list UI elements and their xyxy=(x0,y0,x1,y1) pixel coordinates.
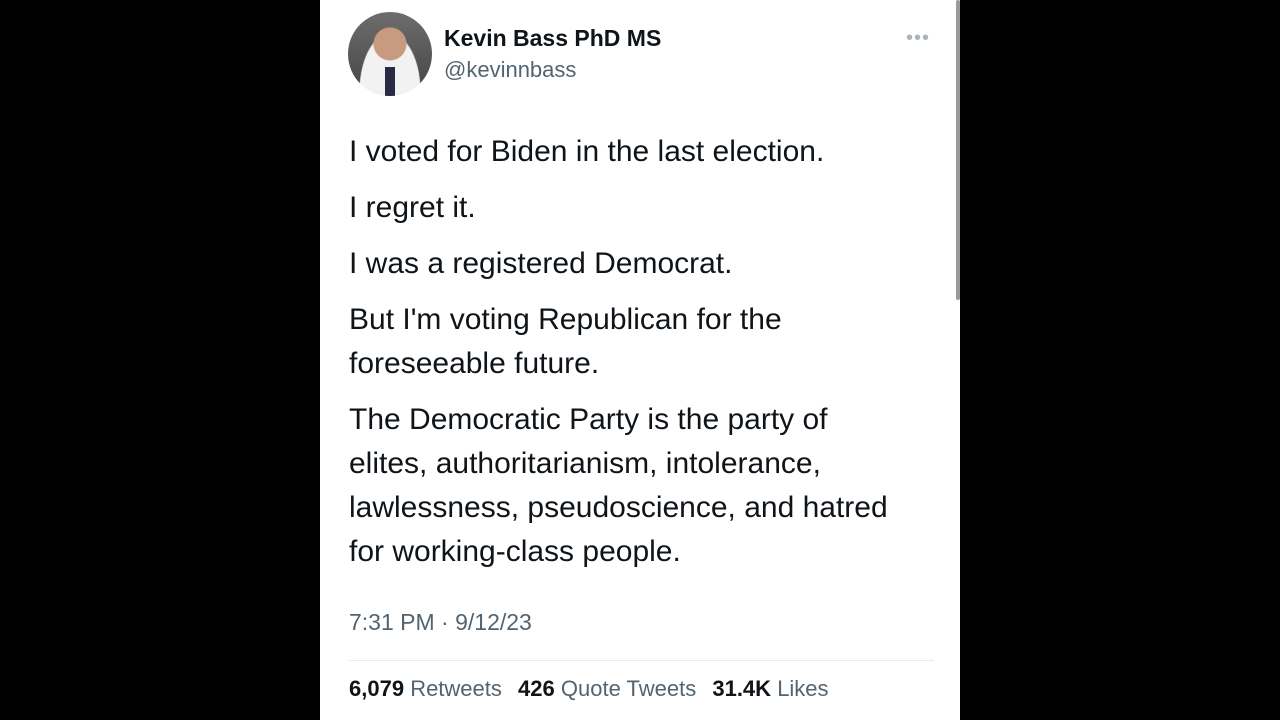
likes-label: Likes xyxy=(777,676,829,701)
avatar-tie xyxy=(385,67,395,96)
likes-count: 31.4K xyxy=(712,676,772,701)
tweet-timestamp[interactable]: 7:31 PM · 9/12/23 xyxy=(349,609,532,636)
tweet-paragraph: I was a registered Democrat. xyxy=(349,247,733,280)
quotes-count: 426 xyxy=(518,676,555,701)
author-names: Kevin Bass PhD MS @kevinnbass xyxy=(444,23,661,85)
tweet-text: I voted for Biden in the last election. … xyxy=(349,130,909,586)
retweets-stat[interactable]: 6,079 Retweets xyxy=(349,676,502,701)
quotes-label: Quote Tweets xyxy=(560,676,697,701)
author-handle[interactable]: @kevinnbass xyxy=(444,55,661,85)
retweets-label: Retweets xyxy=(410,676,502,701)
author-display-name[interactable]: Kevin Bass PhD MS xyxy=(444,23,661,53)
tweet-paragraph: The Democratic Party is the party of eli… xyxy=(349,403,888,568)
quote-tweets-stat[interactable]: 426 Quote Tweets xyxy=(518,676,696,701)
retweets-count: 6,079 xyxy=(349,676,405,701)
tweet-header: Kevin Bass PhD MS @kevinnbass xyxy=(348,12,661,96)
scrollbar[interactable] xyxy=(956,0,960,300)
tweet-paragraph: I regret it. xyxy=(349,191,476,224)
tweet-paragraph: But I'm voting Republican for the forese… xyxy=(349,303,782,380)
divider xyxy=(349,660,934,661)
tweet-stats: 6,079 Retweets 426 Quote Tweets 31.4K Li… xyxy=(349,676,839,702)
avatar[interactable] xyxy=(348,12,432,96)
tweet-card: Kevin Bass PhD MS @kevinnbass ••• I vote… xyxy=(320,0,960,720)
more-options-icon[interactable]: ••• xyxy=(906,28,930,48)
tweet-paragraph: I voted for Biden in the last election. xyxy=(349,135,825,168)
likes-stat[interactable]: 31.4K Likes xyxy=(712,676,828,701)
